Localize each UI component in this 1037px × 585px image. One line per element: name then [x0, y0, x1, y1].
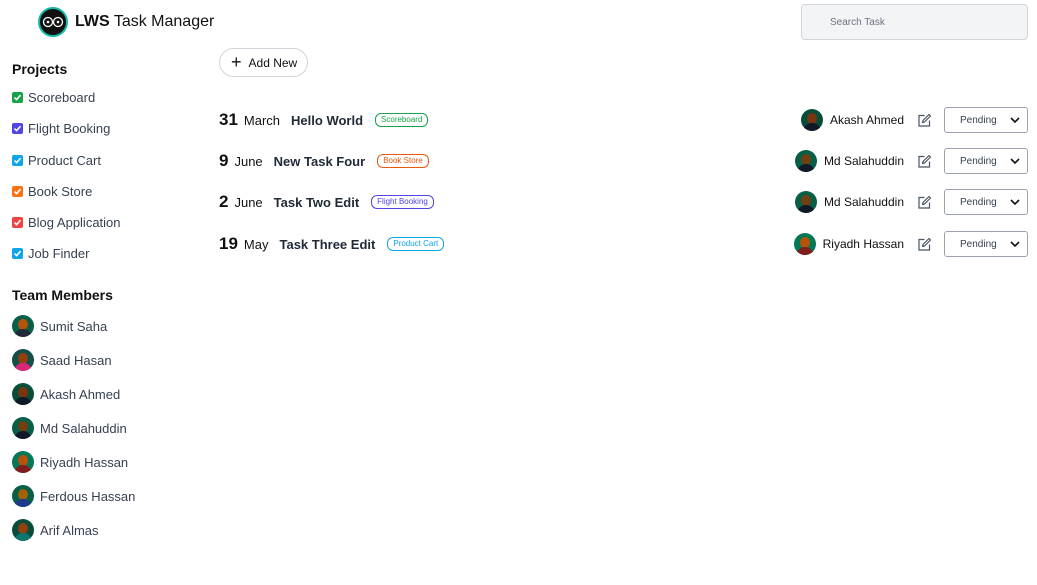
project-badge: Book Store	[377, 154, 429, 168]
task-month: June	[234, 153, 263, 169]
task-month: June	[234, 194, 263, 210]
project-badge: Scoreboard	[375, 113, 429, 127]
projects-heading: Projects	[12, 61, 68, 77]
avatar	[800, 109, 823, 131]
avatar	[12, 485, 34, 507]
avatar	[12, 451, 34, 473]
add-new-button[interactable]: + Add New	[219, 48, 308, 77]
project-item-scoreboard[interactable]: Scoreboard	[12, 90, 95, 105]
task-assignee: Akash Ahmed	[829, 113, 904, 127]
project-label: Flight Booking	[28, 121, 111, 136]
team-member: Akash Ahmed	[12, 383, 120, 405]
avatar	[12, 519, 34, 541]
project-item-blog-application[interactable]: Blog Application	[12, 215, 121, 230]
task-day: 2	[219, 192, 229, 211]
task-assignee: Md Salahuddin	[823, 154, 904, 168]
add-new-label: Add New	[248, 55, 298, 70]
avatar	[794, 191, 817, 213]
status-value: Pending	[960, 155, 997, 167]
avatar	[793, 233, 816, 255]
edit-icon[interactable]	[916, 153, 932, 169]
status-value: Pending	[960, 238, 997, 250]
edit-icon[interactable]	[916, 194, 932, 210]
task-assignee: Md Salahuddin	[823, 195, 904, 209]
project-badge: Product Cart	[387, 237, 445, 251]
team-member: Riyadh Hassan	[12, 451, 128, 473]
edit-icon[interactable]	[916, 236, 932, 252]
checkbox-icon[interactable]	[12, 186, 23, 197]
task-title: Task Three Edit	[279, 236, 376, 252]
app-title-bold: LWS	[75, 13, 110, 30]
team-member: Saad Hasan	[12, 349, 112, 371]
project-label: Scoreboard	[28, 90, 96, 105]
app-logo[interactable]: LWS Task Manager	[38, 7, 214, 37]
status-value: Pending	[960, 114, 997, 126]
team-member: Sumit Saha	[12, 315, 107, 337]
checkbox-icon[interactable]	[12, 248, 23, 259]
project-label: Job Finder	[28, 246, 90, 261]
avatar	[12, 383, 34, 405]
checkbox-icon[interactable]	[12, 217, 23, 228]
avatar	[12, 315, 34, 337]
avatar	[794, 150, 817, 172]
team-member: Ferdous Hassan	[12, 485, 135, 507]
chevron-down-icon	[1010, 158, 1020, 164]
member-name: Md Salahuddin	[40, 420, 127, 436]
task-month: May	[243, 236, 269, 252]
member-name: Akash Ahmed	[40, 386, 121, 402]
chevron-down-icon	[1010, 117, 1020, 123]
chevron-down-icon	[1010, 199, 1020, 205]
project-label: Product Cart	[28, 153, 101, 168]
status-select[interactable]: Pending	[944, 231, 1028, 257]
team-member: Md Salahuddin	[12, 417, 127, 439]
edit-icon[interactable]	[916, 112, 932, 128]
task-day: 19	[219, 234, 238, 253]
plus-icon: +	[231, 51, 242, 72]
project-item-product-cart[interactable]: Product Cart	[12, 153, 101, 168]
checkbox-icon[interactable]	[12, 92, 23, 103]
status-select[interactable]: Pending	[944, 148, 1028, 174]
member-name: Ferdous Hassan	[40, 488, 136, 504]
task-title: Task Two Edit	[273, 194, 360, 210]
project-item-flight-booking[interactable]: Flight Booking	[12, 121, 110, 136]
status-select[interactable]: Pending	[944, 189, 1028, 215]
member-name: Arif Almas	[40, 522, 99, 538]
chevron-down-icon	[1010, 241, 1020, 247]
avatar	[12, 417, 34, 439]
status-value: Pending	[960, 196, 997, 208]
status-select[interactable]: Pending	[944, 107, 1028, 133]
project-label: Blog Application	[28, 215, 121, 230]
task-assignee: Riyadh Hassan	[822, 237, 904, 251]
team-members-heading: Team Members	[12, 287, 113, 303]
task-row: 31 March Hello World Scoreboard Akash Ah…	[219, 106, 1028, 134]
task-row: 19 May Task Three Edit Product Cart Riya…	[219, 230, 1028, 258]
team-member: Arif Almas	[12, 519, 99, 541]
app-title-rest: Task Manager	[109, 13, 215, 30]
app-title: LWS Task Manager	[75, 13, 214, 31]
search-input[interactable]	[801, 4, 1028, 40]
task-title: Hello World	[291, 112, 364, 128]
checkbox-icon[interactable]	[12, 123, 23, 134]
project-badge: Flight Booking	[371, 195, 434, 209]
task-row: 2 June Task Two Edit Flight Booking Md S…	[219, 188, 1028, 216]
owl-logo-icon	[38, 7, 68, 37]
task-month: March	[243, 112, 281, 128]
project-item-book-store[interactable]: Book Store	[12, 184, 92, 199]
task-day: 9	[219, 151, 229, 170]
avatar	[12, 349, 34, 371]
member-name: Saad Hasan	[40, 352, 112, 368]
project-label: Book Store	[28, 184, 93, 199]
task-day: 31	[219, 110, 238, 129]
checkbox-icon[interactable]	[12, 155, 23, 166]
task-row: 9 June New Task Four Book Store Md Salah…	[219, 147, 1028, 175]
member-name: Sumit Saha	[40, 318, 108, 334]
member-name: Riyadh Hassan	[40, 454, 129, 470]
project-item-job-finder[interactable]: Job Finder	[12, 246, 89, 261]
task-title: New Task Four	[273, 153, 366, 169]
